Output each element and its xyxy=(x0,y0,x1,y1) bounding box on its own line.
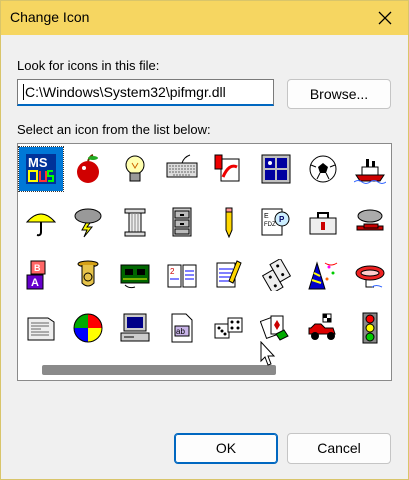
icon-cell[interactable] xyxy=(66,306,110,350)
ok-button[interactable]: OK xyxy=(174,433,278,464)
horizontal-scrollbar-thumb[interactable] xyxy=(42,365,276,375)
traffic-light-icon xyxy=(362,312,378,344)
icon-cell[interactable] xyxy=(254,147,298,191)
dialog-title: Change Icon xyxy=(10,9,90,25)
svg-text:P: P xyxy=(279,215,285,224)
icon-cell[interactable] xyxy=(113,200,157,244)
dice-icon xyxy=(214,317,243,339)
close-icon xyxy=(378,11,392,25)
eye-chart-icon: E FDZP xyxy=(261,208,290,236)
icon-cell[interactable] xyxy=(113,253,157,297)
change-icon-dialog: Change Icon Look for icons in this file:… xyxy=(0,0,409,480)
svg-text:ab: ab xyxy=(176,327,185,336)
playing-cards-icon xyxy=(260,315,289,341)
race-car-icon xyxy=(308,313,336,340)
icon-cell[interactable] xyxy=(301,306,345,350)
file-label: Look for icons in this file: xyxy=(17,58,160,73)
icon-cell[interactable] xyxy=(207,200,251,244)
svg-text:2: 2 xyxy=(170,267,175,276)
icon-cell[interactable] xyxy=(19,200,63,244)
light-bulb-icon xyxy=(125,155,145,182)
svg-text:MS: MS xyxy=(28,155,48,170)
raft-icon xyxy=(355,265,385,288)
storm-cloud-icon xyxy=(74,208,102,238)
ab-document-icon: ab xyxy=(171,313,193,343)
ms-dos-icon: MS xyxy=(26,154,56,184)
icon-cell[interactable] xyxy=(254,253,298,297)
paint-tube-icon xyxy=(214,154,240,182)
icon-cell[interactable]: 2 xyxy=(160,253,204,297)
icon-cell[interactable] xyxy=(66,147,110,191)
mouse-pointer-icon xyxy=(260,341,276,366)
open-book-icon: 2 xyxy=(167,264,197,288)
file-path-input[interactable]: C:\Windows\System32\pifmgr.dll xyxy=(17,79,274,106)
icon-cell[interactable] xyxy=(207,306,251,350)
column-icon xyxy=(124,208,146,237)
close-button[interactable] xyxy=(362,1,408,35)
svg-text:E: E xyxy=(264,213,269,220)
icon-cell[interactable] xyxy=(19,306,63,350)
icon-cell[interactable] xyxy=(66,253,110,297)
umbrella-icon xyxy=(25,213,57,237)
icon-cell[interactable] xyxy=(113,147,157,191)
keyboard-icon xyxy=(166,154,198,178)
icon-list[interactable]: MS E FDZ P A B 2 ab xyxy=(17,143,392,381)
icon-cell[interactable] xyxy=(301,147,345,191)
file-path-value: C:\Windows\System32\pifmgr.dll xyxy=(25,84,226,100)
svg-text:FDZ: FDZ xyxy=(264,222,276,228)
icon-cell[interactable] xyxy=(301,200,345,244)
icon-cell[interactable] xyxy=(301,253,345,297)
file-cabinet-icon xyxy=(172,207,192,237)
ship-icon xyxy=(354,159,386,184)
icon-cell[interactable] xyxy=(207,253,251,297)
svg-text:B: B xyxy=(34,263,41,273)
icon-cell[interactable] xyxy=(207,147,251,191)
toy-blocks-icon: AB xyxy=(26,260,46,290)
newspaper-icon xyxy=(27,317,55,341)
pencil-icon xyxy=(225,207,233,238)
icon-cell[interactable]: MS xyxy=(18,146,64,192)
doctor-bag-icon xyxy=(309,212,337,235)
computer-icon xyxy=(120,313,150,342)
icon-cell[interactable] xyxy=(160,147,204,191)
icon-cell[interactable] xyxy=(348,147,391,191)
icon-cell[interactable]: E FDZ P xyxy=(254,200,298,244)
dominoes-icon xyxy=(261,259,292,291)
icon-cell[interactable] xyxy=(113,306,157,350)
apple-icon xyxy=(77,154,99,183)
icon-cell[interactable]: AB xyxy=(19,253,63,297)
beach-ball-icon xyxy=(73,313,103,343)
icon-cell[interactable]: ab xyxy=(160,306,204,350)
notepad-pencil-icon xyxy=(216,260,242,288)
circuit-board-icon xyxy=(120,264,150,289)
soccer-ball-icon xyxy=(309,155,337,183)
text-caret xyxy=(23,84,24,100)
icon-cell[interactable] xyxy=(348,200,391,244)
title-bar[interactable]: Change Icon xyxy=(1,1,408,35)
window-icon xyxy=(261,154,291,184)
biplane-icon xyxy=(356,209,384,231)
icon-cell[interactable] xyxy=(348,253,391,297)
party-hat-icon xyxy=(308,261,338,290)
icon-cell[interactable] xyxy=(66,200,110,244)
svg-text:A: A xyxy=(31,277,39,289)
icon-cell[interactable] xyxy=(348,306,391,350)
browse-button[interactable]: Browse... xyxy=(287,79,391,109)
cancel-button[interactable]: Cancel xyxy=(287,433,391,464)
icon-cell[interactable] xyxy=(160,200,204,244)
tuba-icon xyxy=(77,260,99,287)
icon-list-label: Select an icon from the list below: xyxy=(17,122,211,137)
